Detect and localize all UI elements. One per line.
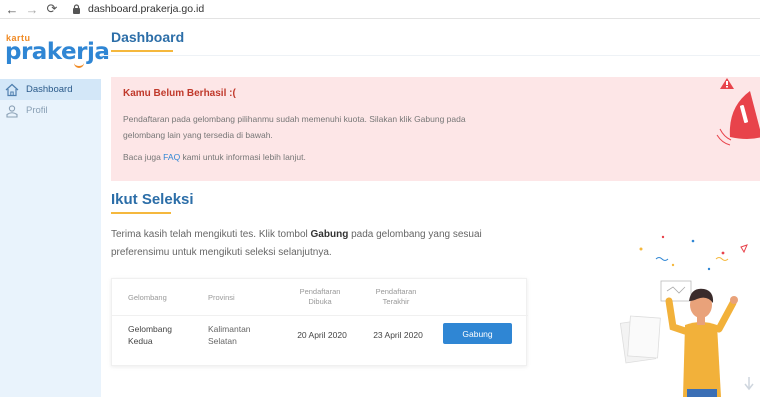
failure-alert: Kamu Belum Berhasil :( Pendaftaran pada … [111,77,760,181]
logo-swoosh [74,62,84,68]
section-description: Terima kasih telah mengikuti tes. Klik t… [111,226,511,262]
header-dibuka-line1: Pendaftaran [299,287,341,296]
faq-link[interactable]: FAQ [163,152,180,162]
person-illustration [619,235,754,397]
sidebar-item-label: Dashboard [26,84,73,95]
cell-provinsi: Kalimantan Selatan [208,323,251,347]
header-pendaftaran-terakhir: Pendaftaran Terakhir [366,287,426,307]
cell-gelombang: Gelombang Kedua [128,323,172,347]
header-terakhir-line2: Terakhir [382,297,410,306]
sidebar: kartu prakerja Dashboard Profil [0,19,110,397]
browser-bar: ← → ⟳ dashboard.prakerja.go.id [0,0,760,19]
alert-body: Pendaftaran pada gelombang pilihanmu sud… [123,114,466,140]
alert-title: Kamu Belum Berhasil :( [123,88,236,99]
faq-suffix: kami untuk informasi lebih lanjut. [180,152,306,162]
section-underline [111,212,171,214]
home-icon [5,83,19,96]
header-gelombang: Gelombang [128,293,167,302]
reload-icon[interactable]: ⟳ [44,1,60,17]
sidebar-item-profil[interactable]: Profil [0,100,101,121]
forward-arrow-icon[interactable]: → [24,1,40,17]
page-title: Dashboard [111,29,185,45]
cell-gelombang-line1: Gelombang [128,324,172,334]
selection-table: Gelombang Provinsi Pendaftaran Dibuka Pe… [111,278,528,366]
header-divider [101,55,760,56]
address-bar[interactable]: dashboard.prakerja.go.id [72,3,204,15]
cell-dibuka: 20 April 2020 [297,330,347,340]
logo-prakerja-text: prakerja [5,39,110,65]
cell-provinsi-line2: Selatan [208,336,237,346]
desc-prefix: Terima kasih telah mengikuti tes. Klik t… [111,229,311,240]
cell-terakhir: 23 April 2020 [373,330,423,340]
sidebar-item-label: Profil [26,105,48,116]
header-dibuka-line2: Dibuka [308,297,332,306]
desc-bold: Gabung [310,229,349,240]
lock-icon [73,4,80,14]
warning-illustration [716,78,760,146]
row-divider [112,315,528,316]
sidebar-item-dashboard[interactable]: Dashboard [0,79,101,100]
profile-icon [6,104,18,118]
url-text: dashboard.prakerja.go.id [88,3,205,15]
header-terakhir-line1: Pendaftaran [375,287,417,296]
main-content: Dashboard Kamu Belum Berhasil :( Pendaft… [101,19,760,397]
alert-faq-text: Baca juga FAQ kami untuk informasi lebih… [123,152,306,162]
header-pendaftaran-dibuka: Pendaftaran Dibuka [290,287,350,307]
back-arrow-icon[interactable]: ← [4,1,20,17]
logo[interactable]: kartu prakerja [0,19,110,79]
gabung-button[interactable]: Gabung [443,323,512,344]
header-provinsi: Provinsi [208,293,235,302]
section-title: Ikut Seleksi [111,191,194,208]
cell-provinsi-line1: Kalimantan [208,324,251,334]
title-underline [111,50,173,52]
faq-prefix: Baca juga [123,152,164,162]
cell-gelombang-line2: Kedua [128,336,153,346]
